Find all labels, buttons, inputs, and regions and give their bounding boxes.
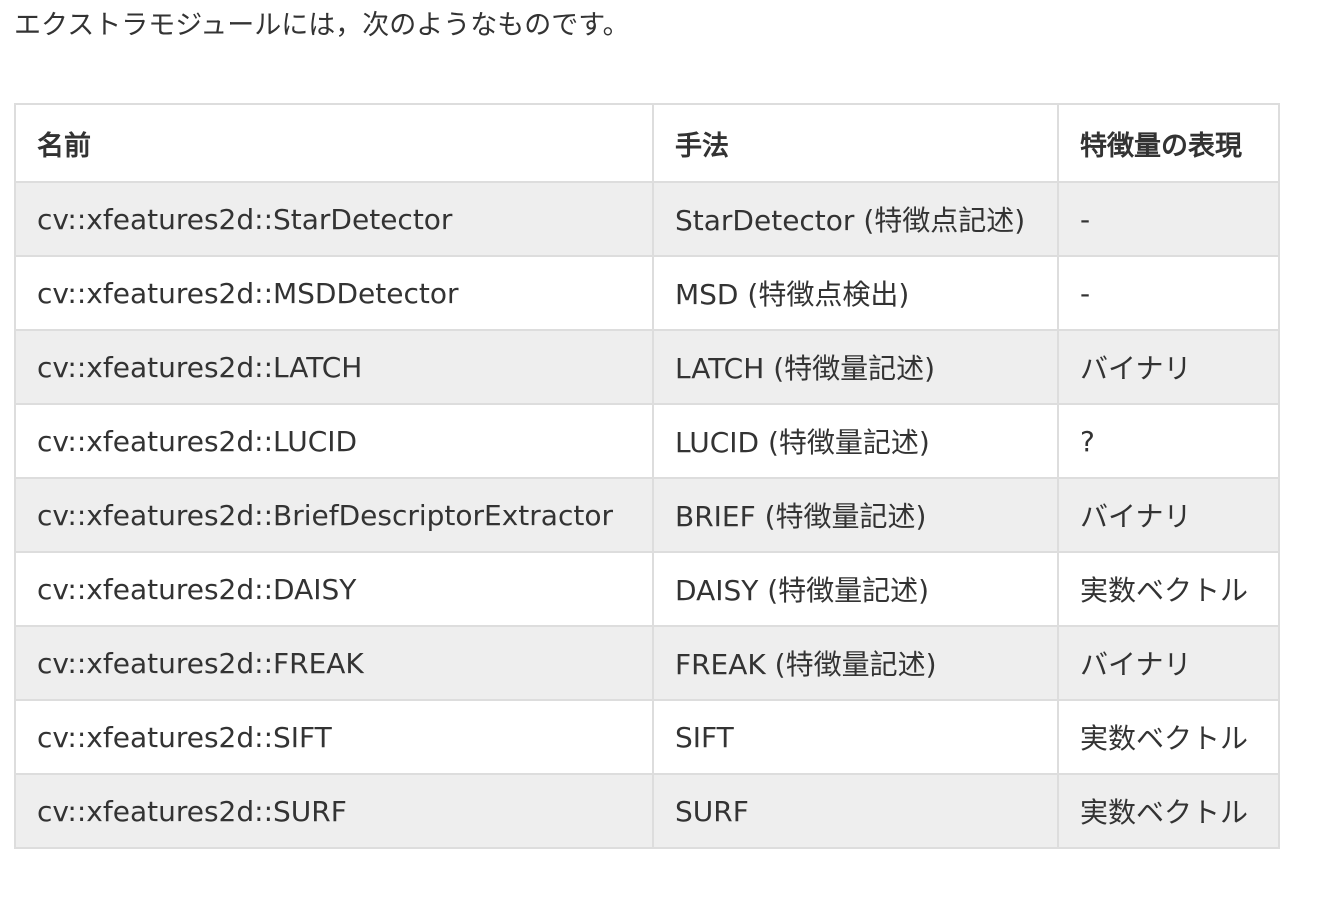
cell-representation: バイナリ [1057,329,1280,405]
table-row: cv::xfeatures2d::LATCH LATCH (特徴量記述) バイナ… [14,329,1280,405]
header-name: 名前 [14,103,654,183]
cell-method: SURF [652,773,1059,849]
intro-paragraph: エクストラモジュールには，次のようなものです。 [14,10,630,41]
header-method: 手法 [652,103,1059,183]
cell-name: cv::xfeatures2d::BriefDescriptorExtracto… [14,477,654,553]
cell-method: LUCID (特徴量記述) [652,403,1059,479]
table-row: cv::xfeatures2d::SIFT SIFT 実数ベクトル [14,699,1280,775]
cell-method: BRIEF (特徴量記述) [652,477,1059,553]
cell-method: SIFT [652,699,1059,775]
document-page: エクストラモジュールには，次のようなものです。 名前 手法 特徴量の表現 cv:… [0,0,1328,924]
cell-name: cv::xfeatures2d::SIFT [14,699,654,775]
cell-method: FREAK (特徴量記述) [652,625,1059,701]
cell-name: cv::xfeatures2d::LUCID [14,403,654,479]
cell-representation: バイナリ [1057,625,1280,701]
cell-representation: ? [1057,403,1280,479]
table-row: cv::xfeatures2d::StarDetector StarDetect… [14,181,1280,257]
cell-method: MSD (特徴点検出) [652,255,1059,331]
table-header-row: 名前 手法 特徴量の表現 [14,103,1280,183]
table-row: cv::xfeatures2d::BriefDescriptorExtracto… [14,477,1280,553]
cell-representation: バイナリ [1057,477,1280,553]
table-row: cv::xfeatures2d::SURF SURF 実数ベクトル [14,773,1280,849]
cell-representation: 実数ベクトル [1057,699,1280,775]
cell-method: DAISY (特徴量記述) [652,551,1059,627]
table-row: cv::xfeatures2d::DAISY DAISY (特徴量記述) 実数ベ… [14,551,1280,627]
cell-name: cv::xfeatures2d::FREAK [14,625,654,701]
cell-representation: - [1057,181,1280,257]
cell-name: cv::xfeatures2d::MSDDetector [14,255,654,331]
table-body: cv::xfeatures2d::StarDetector StarDetect… [14,181,1280,849]
cell-name: cv::xfeatures2d::LATCH [14,329,654,405]
cell-name: cv::xfeatures2d::DAISY [14,551,654,627]
table-row: cv::xfeatures2d::MSDDetector MSD (特徴点検出)… [14,255,1280,331]
header-representation: 特徴量の表現 [1057,103,1280,183]
cell-name: cv::xfeatures2d::SURF [14,773,654,849]
cell-representation: 実数ベクトル [1057,773,1280,849]
cell-name: cv::xfeatures2d::StarDetector [14,181,654,257]
table-row: cv::xfeatures2d::FREAK FREAK (特徴量記述) バイナ… [14,625,1280,701]
feature-module-table: 名前 手法 特徴量の表現 cv::xfeatures2d::StarDetect… [14,103,1280,849]
cell-method: LATCH (特徴量記述) [652,329,1059,405]
table-header: 名前 手法 特徴量の表現 [14,103,1280,183]
cell-method: StarDetector (特徴点記述) [652,181,1059,257]
table-row: cv::xfeatures2d::LUCID LUCID (特徴量記述) ? [14,403,1280,479]
cell-representation: 実数ベクトル [1057,551,1280,627]
cell-representation: - [1057,255,1280,331]
